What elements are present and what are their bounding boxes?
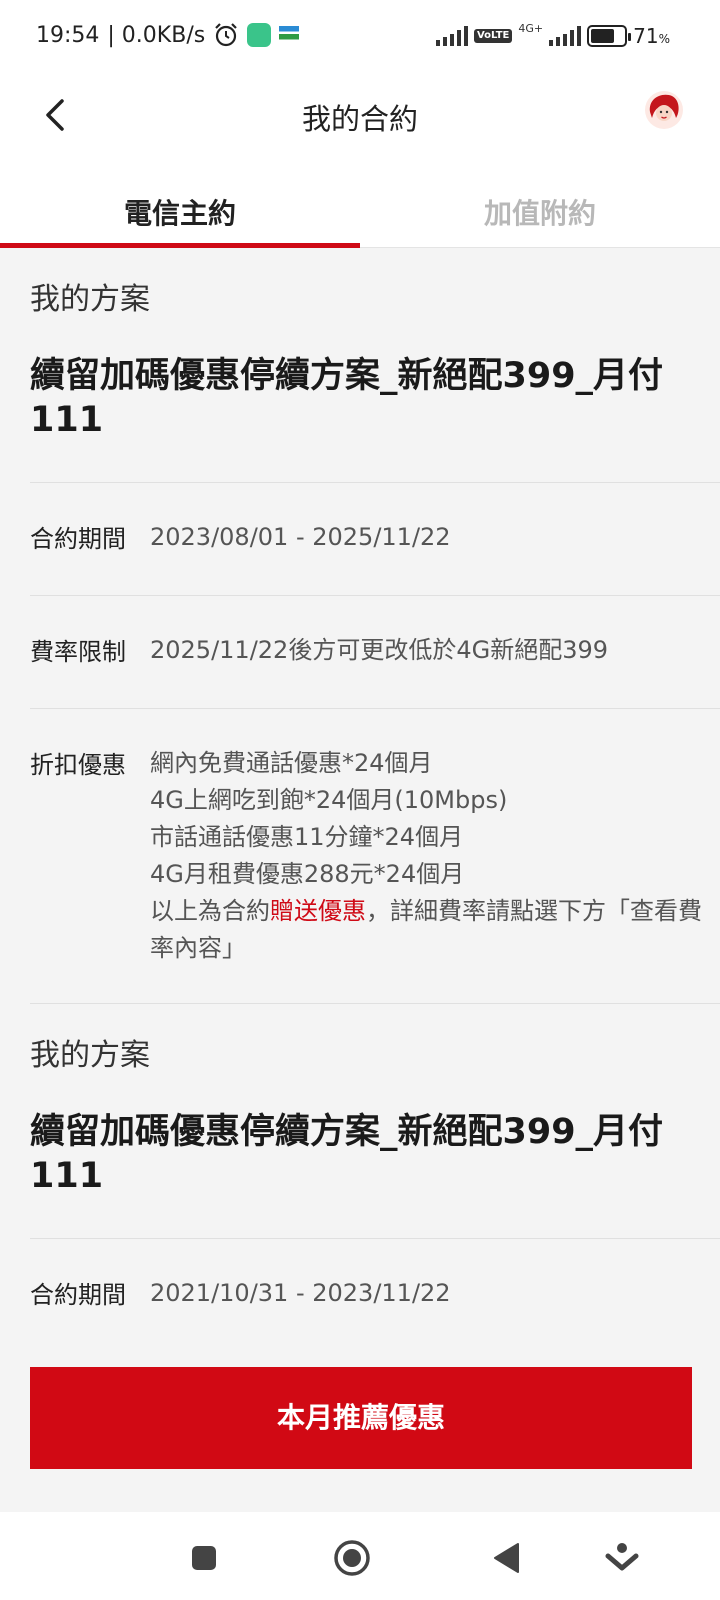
signal-icon: [435, 26, 468, 46]
square-icon: [192, 1546, 216, 1570]
download-icon: [605, 1543, 639, 1571]
note-prefix: 以上為合約: [150, 897, 270, 925]
contract-period-label: 合約期間: [30, 1281, 126, 1309]
contract-period-label: 合約期間: [30, 525, 126, 553]
discount-item: 網內免費通話優惠*24個月: [150, 749, 433, 777]
contract-period-value: 2021/10/31 - 2023/11/22: [150, 1279, 451, 1307]
plan-name: 續留加碼優惠停續方案_新絕配399_月付111: [30, 356, 664, 440]
contract-period-value: 2023/08/01 - 2025/11/22: [150, 523, 451, 551]
network-type-label: 4G+: [518, 21, 544, 35]
section-label: 我的方案: [30, 282, 150, 317]
discount-item: 4G上網吃到飽*24個月(10Mbps): [150, 786, 508, 814]
monthly-promo-button[interactable]: 本月推薦優惠: [30, 1367, 692, 1469]
discount-item: 4G月租費優惠288元*24個月: [150, 860, 465, 888]
divider: [30, 1003, 720, 1004]
battery-icon: [587, 25, 632, 47]
discount-row: 折扣優惠 網內免費通話優惠*24個月 4G上網吃到飽*24個月(10Mbps) …: [30, 709, 720, 1003]
battery-fill: [591, 29, 614, 43]
app-notification-icon: [247, 23, 272, 47]
status-bar: 19:54 | 0.0KB/s VoLTE 4G+ 71%: [0, 0, 720, 78]
avatar[interactable]: [644, 90, 684, 130]
note-highlight: 贈送優惠: [270, 897, 366, 925]
recents-button[interactable]: [182, 1536, 226, 1580]
discount-item: 市話通話優惠11分鐘*24個月: [150, 823, 464, 851]
alarm-icon: [215, 23, 237, 47]
bottom-spacer: [0, 1469, 720, 1512]
rate-limit-label: 費率限制: [30, 638, 126, 666]
contract-period-row: 合約期間 2023/08/01 - 2025/11/22: [30, 483, 720, 595]
system-nav-bar: [0, 1512, 720, 1600]
volte-icon: VoLTE: [473, 29, 513, 43]
rate-limit-value: 2025/11/22後方可更改低於4G新絕配399: [150, 636, 609, 664]
discount-list: 網內免費通話優惠*24個月 4G上網吃到飽*24個月(10Mbps) 市話通話優…: [150, 745, 720, 967]
extra-nav-button[interactable]: [600, 1536, 644, 1580]
tab-bar: 電信主約 加值附約: [0, 158, 720, 248]
battery-percent: 71%: [633, 24, 670, 48]
app-header: 我的合約: [0, 78, 720, 158]
triangle-back-icon: [494, 1543, 519, 1573]
back-nav-button[interactable]: [484, 1536, 528, 1580]
discount-label: 折扣優惠: [30, 751, 126, 779]
status-speed: | 0.0KB/s: [107, 22, 206, 48]
page-title: 我的合約: [301, 102, 418, 136]
telecom-app-icon: [279, 26, 300, 44]
tab-value-added[interactable]: 加值附約: [360, 158, 720, 247]
rate-limit-row: 費率限制 2025/11/22後方可更改低於4G新絕配399: [30, 596, 720, 708]
circle-home-icon: [334, 1540, 370, 1576]
discount-note: 以上為合約贈送優惠，詳細費率請點選下方「查看費率內容」: [150, 893, 720, 967]
plan-name: 續留加碼優惠停續方案_新絕配399_月付111: [30, 1112, 664, 1196]
status-left: 19:54 | 0.0KB/s: [36, 22, 300, 48]
section-label: 我的方案: [30, 1038, 150, 1073]
contract-content[interactable]: 我的方案 續留加碼優惠停續方案_新絕配399_月付111 合約期間 2023/0…: [0, 248, 720, 1360]
tab-telecom-main[interactable]: 電信主約: [0, 158, 360, 248]
status-right: VoLTE 4G+ 71%: [435, 21, 670, 48]
home-button[interactable]: [330, 1536, 374, 1580]
status-time: 19:54: [36, 22, 100, 48]
contract-period-row: 合約期間 2021/10/31 - 2023/11/22: [30, 1239, 720, 1351]
signal-icon-2: [549, 26, 582, 46]
avatar-icon: [645, 91, 683, 129]
